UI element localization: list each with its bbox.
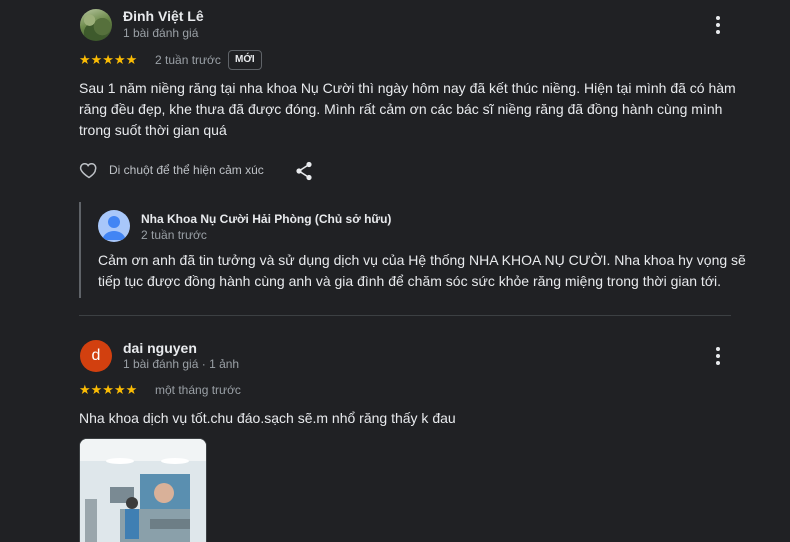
reviewer-meta: 1 bài đánh giá: [123, 26, 199, 40]
reviews-panel: Đinh Việt Lê 1 bài đánh giá ★★★★★ 2 tuần…: [0, 0, 790, 542]
review-card: d dai nguyen 1 bài đánh giá · 1 ảnh ★★★★…: [0, 316, 790, 542]
like-row: Di chuột để thể hiện cảm xúc: [79, 160, 264, 180]
clinic-photo: [80, 439, 206, 542]
review-text: Sau 1 năm niềng răng tại nha khoa Nụ Cườ…: [79, 80, 736, 138]
more-options-button[interactable]: [708, 15, 728, 35]
review-time: 2 tuần trước: [155, 53, 221, 67]
owner-reply-text: Cảm ơn anh đã tin tưởng và sử dụng dịch …: [98, 252, 746, 289]
more-vert-icon: [716, 347, 720, 351]
review-time: một tháng trước: [155, 383, 241, 397]
share-icon[interactable]: [295, 161, 313, 181]
more-vert-icon: [716, 16, 720, 20]
review-text: Nha khoa dịch vụ tốt.chu đáo.sạch sẽ.m n…: [79, 410, 456, 426]
heart-outline-icon[interactable]: [79, 160, 99, 180]
reviewer-name[interactable]: dai nguyen: [123, 340, 197, 356]
more-options-button[interactable]: [708, 346, 728, 366]
review-card: Đinh Việt Lê 1 bài đánh giá ★★★★★ 2 tuần…: [0, 0, 790, 315]
star-rating: ★★★★★: [79, 382, 138, 397]
owner-avatar: [98, 210, 130, 242]
reviewer-name[interactable]: Đinh Việt Lê: [123, 8, 204, 24]
reviewer-avatar[interactable]: d: [80, 340, 112, 372]
owner-name: Nha Khoa Nụ Cười Hải Phòng (Chủ sở hữu): [141, 212, 392, 226]
person-icon: [102, 216, 126, 240]
review-photo[interactable]: [79, 438, 207, 542]
reviewer-meta: 1 bài đánh giá · 1 ảnh: [123, 357, 240, 371]
new-badge: MỚI: [228, 50, 262, 70]
reviewer-avatar[interactable]: [80, 9, 112, 41]
owner-reply: Nha Khoa Nụ Cười Hải Phòng (Chủ sở hữu) …: [79, 202, 746, 298]
reaction-hint: Di chuột để thể hiện cảm xúc: [109, 163, 264, 177]
star-rating: ★★★★★: [79, 52, 138, 67]
owner-reply-time: 2 tuần trước: [141, 228, 207, 242]
